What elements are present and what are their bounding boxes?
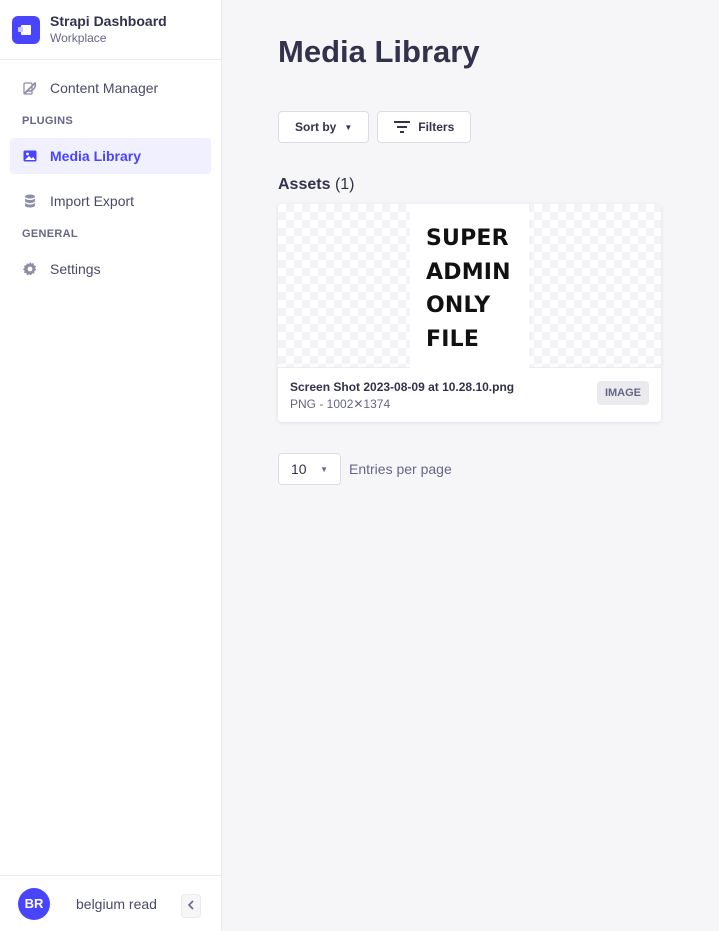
filter-icon — [394, 121, 411, 133]
preview-text-line: ONLY — [426, 293, 491, 318]
assets-count: (1) — [334, 176, 355, 193]
preview-text-line: ADMIN — [426, 259, 511, 285]
preview-text-line: FILE — [426, 326, 480, 352]
user-name: belgium read — [76, 895, 157, 912]
database-icon — [22, 193, 38, 209]
brand-subtitle: Workplace — [50, 31, 107, 45]
sidebar-item-media-library[interactable]: Media Library — [10, 138, 211, 174]
filters-label: Filters — [418, 120, 455, 134]
sidebar: Strapi Dashboard Workplace Content Manag… — [0, 0, 222, 931]
pagination: 10 ▼ Entries per page — [278, 453, 452, 485]
preview-text-line: SUPER — [426, 226, 509, 251]
asset-file-name: Screen Shot 2023-08-09 at 10.28.10.png — [290, 380, 515, 394]
brand-header: Strapi Dashboard Workplace — [0, 0, 221, 60]
asset-preview-image: SUPER ADMIN ONLY FILE — [410, 204, 529, 368]
filters-button[interactable]: Filters — [377, 111, 472, 143]
sidebar-item-content-manager[interactable]: Content Manager — [10, 70, 211, 106]
asset-file-meta: PNG - 1002✕1374 — [290, 397, 391, 411]
user-profile[interactable]: BR belgium read — [0, 875, 221, 931]
assets-heading: Assets (1) — [278, 176, 355, 194]
page-size-value: 10 — [291, 461, 307, 477]
sidebar-item-settings[interactable]: Settings — [10, 251, 211, 287]
section-label-general: GENERAL — [22, 228, 78, 240]
avatar[interactable]: BR — [18, 887, 50, 920]
caret-down-icon: ▼ — [344, 122, 353, 132]
sort-by-button[interactable]: Sort by ▼ — [278, 111, 370, 143]
entries-per-page-label: Entries per page — [349, 461, 452, 477]
image-icon — [22, 148, 38, 164]
feather-icon — [22, 80, 38, 96]
strapi-logo-icon — [12, 15, 40, 44]
asset-card-body: Screen Shot 2023-08-09 at 10.28.10.png P… — [278, 368, 661, 411]
asset-card[interactable]: SUPER ADMIN ONLY FILE Screen Shot 2023-0… — [278, 204, 661, 422]
sidebar-item-label: Media Library — [50, 148, 142, 164]
toolbar: Sort by ▼ Filters — [278, 111, 472, 143]
sidebar-item-label: Import Export — [50, 193, 135, 209]
main-nav: Content Manager PLUGINS Media Library Im… — [0, 60, 221, 287]
page-size-select[interactable]: 10 ▼ — [278, 453, 341, 485]
sort-by-label: Sort by — [295, 120, 337, 134]
asset-type-badge: IMAGE — [596, 381, 649, 405]
assets-heading-label: Assets — [278, 176, 331, 193]
page-title: Media Library — [278, 34, 480, 69]
caret-down-icon: ▼ — [320, 464, 328, 474]
brand-title: Strapi Dashboard — [50, 13, 167, 29]
sidebar-item-import-export[interactable]: Import Export — [10, 183, 211, 219]
collapse-sidebar-button[interactable] — [181, 894, 201, 918]
gear-icon — [22, 261, 38, 277]
section-label-plugins: PLUGINS — [22, 115, 73, 127]
sidebar-item-label: Content Manager — [50, 80, 159, 96]
chevron-left-icon — [187, 899, 195, 913]
sidebar-item-label: Settings — [50, 261, 101, 277]
asset-thumbnail[interactable]: SUPER ADMIN ONLY FILE — [278, 204, 661, 368]
